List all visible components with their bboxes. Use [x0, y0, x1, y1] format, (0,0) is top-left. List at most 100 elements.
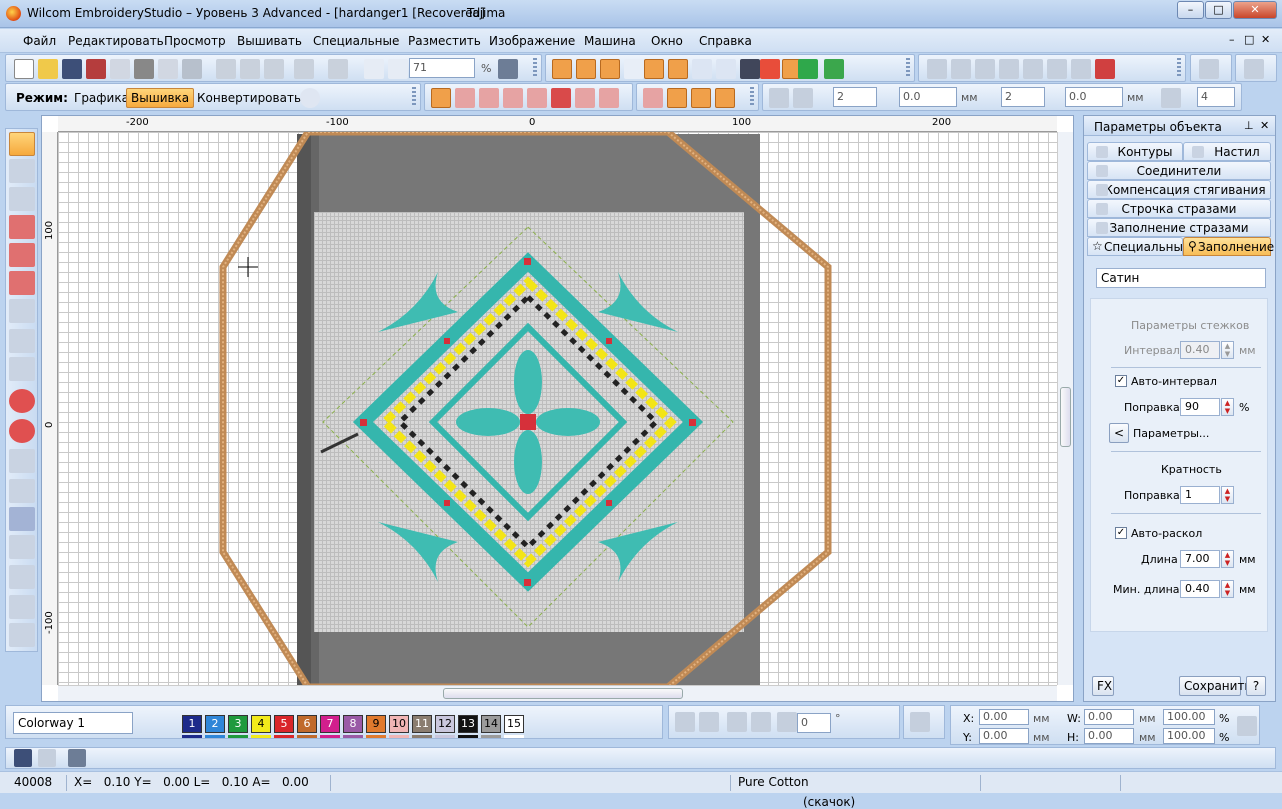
globe-icon[interactable]: [300, 88, 320, 108]
mode-embroidery-button[interactable]: Вышивка: [126, 88, 195, 108]
new-file-icon[interactable]: [14, 59, 34, 79]
tatami-icon[interactable]: [692, 59, 712, 79]
intersect-icon[interactable]: [1071, 59, 1091, 79]
print-setup-icon[interactable]: [158, 59, 178, 79]
radial-icon[interactable]: [1161, 88, 1181, 108]
menu-arrange[interactable]: Разместить: [408, 34, 481, 48]
mode-graphics-button[interactable]: Графика: [69, 88, 134, 108]
width-input[interactable]: 0.00: [1084, 709, 1134, 725]
menu-help[interactable]: Справка: [699, 34, 752, 48]
color-swatch[interactable]: 7: [320, 715, 340, 733]
correction-input[interactable]: 90: [1180, 398, 1220, 416]
reshape-icon[interactable]: [9, 159, 35, 183]
color-swatch[interactable]: 13: [458, 715, 478, 733]
color-swatch[interactable]: 5: [274, 715, 294, 733]
length-input[interactable]: 7.00: [1180, 550, 1220, 568]
menu-stitch[interactable]: Вышивать: [237, 34, 302, 48]
height-input[interactable]: 0.00: [1084, 728, 1134, 744]
horizontal-scroll-thumb[interactable]: [443, 688, 683, 699]
menu-view[interactable]: Просмотр: [164, 34, 226, 48]
embroidery-design[interactable]: [58, 132, 1057, 685]
menu-machine[interactable]: Машина: [584, 34, 636, 48]
polyline-icon[interactable]: [9, 357, 35, 381]
stitch-edit-icon[interactable]: [9, 243, 35, 267]
tab-special[interactable]: ☆ Специальные: [1087, 237, 1190, 256]
height-percent-input[interactable]: 100.00: [1163, 728, 1215, 744]
auto-interval-checkbox[interactable]: ✓: [1115, 375, 1127, 387]
correction-spinner[interactable]: ▲ ▼: [1221, 398, 1234, 416]
color-swatch[interactable]: 8: [343, 715, 363, 733]
group-icon[interactable]: [927, 59, 947, 79]
stitch-type-6-icon[interactable]: [551, 88, 571, 108]
tab-fill[interactable]: ⚲ Заполнение: [1183, 237, 1274, 256]
pen-icon[interactable]: [9, 187, 35, 211]
undo-icon[interactable]: [294, 59, 314, 79]
skew-r-icon[interactable]: [751, 712, 771, 732]
stitch-type-8-icon[interactable]: [599, 88, 619, 108]
measure-icon[interactable]: [1199, 59, 1219, 79]
unlock-icon[interactable]: [999, 59, 1019, 79]
tab-underlay[interactable]: Настил: [1183, 142, 1271, 161]
select-arrow-icon[interactable]: [9, 132, 35, 156]
color-swatch[interactable]: 6: [297, 715, 317, 733]
tab-pull-compensation[interactable]: Компенсация стягивания: [1087, 180, 1271, 199]
params-arrow-button[interactable]: <: [1109, 423, 1129, 443]
min-length-input[interactable]: 0.40: [1180, 580, 1220, 598]
color-blocks-icon[interactable]: [1095, 59, 1115, 79]
interval-input[interactable]: 0.40: [1180, 341, 1220, 359]
menu-special[interactable]: Специальные: [313, 34, 399, 48]
stitch-type-1-icon[interactable]: [431, 88, 451, 108]
show-objects-icon[interactable]: [910, 712, 930, 732]
satin-icon[interactable]: [668, 59, 688, 79]
rotate-icon[interactable]: [777, 712, 797, 732]
zoom-icon[interactable]: [364, 59, 384, 79]
design-tab-icon-3[interactable]: [68, 749, 86, 767]
effect-4-icon[interactable]: [715, 88, 735, 108]
motif-icon[interactable]: [9, 565, 35, 589]
minimize-button[interactable]: –: [1177, 1, 1204, 19]
design-tab-icon-2[interactable]: [38, 749, 56, 767]
print-icon[interactable]: [134, 59, 154, 79]
mult-correction-spinner[interactable]: ▲ ▼: [1221, 486, 1234, 504]
arc-icon[interactable]: [9, 419, 35, 443]
design-canvas[interactable]: -200 -100 0 100 200 100 0 -100: [41, 115, 1074, 702]
stitch-type-7-icon[interactable]: [575, 88, 595, 108]
run-icon[interactable]: [644, 59, 664, 79]
text-icon[interactable]: [9, 449, 35, 473]
mdi-restore-button[interactable]: □: [1244, 33, 1254, 46]
panel-close-icon[interactable]: ✕: [1260, 119, 1269, 132]
weld-icon[interactable]: [1023, 59, 1043, 79]
color-swatch[interactable]: 4: [251, 715, 271, 733]
stitch-player-icon[interactable]: [1244, 59, 1264, 79]
column-icon[interactable]: [624, 59, 644, 79]
tab-connectors[interactable]: Соединители: [1087, 161, 1271, 180]
closed-object-icon[interactable]: [798, 59, 818, 79]
zoom-fit-icon[interactable]: [388, 59, 408, 79]
save-button[interactable]: Сохранить: [1179, 676, 1252, 696]
maximize-button[interactable]: □: [1205, 1, 1232, 19]
color-swatch[interactable]: 14: [481, 715, 501, 733]
toolbar-grip[interactable]: [533, 58, 537, 78]
toolbar-grip[interactable]: [750, 87, 754, 107]
complex-fill-icon[interactable]: [716, 59, 736, 79]
save-icon[interactable]: [62, 59, 82, 79]
color-swatch[interactable]: 15: [504, 715, 524, 733]
paste-icon[interactable]: [264, 59, 284, 79]
copies-input[interactable]: 4: [1197, 87, 1235, 107]
rows-input[interactable]: 2: [833, 87, 877, 107]
input-b-icon[interactable]: [576, 59, 596, 79]
export-icon[interactable]: [86, 59, 106, 79]
vertical-scrollbar[interactable]: [1057, 132, 1073, 685]
input-c-icon[interactable]: [600, 59, 620, 79]
people-icon[interactable]: [9, 479, 35, 503]
x-input[interactable]: 0.00: [979, 709, 1029, 725]
print-preview-icon[interactable]: [110, 59, 130, 79]
help-button[interactable]: ?: [1246, 676, 1266, 696]
menu-window[interactable]: Окно: [651, 34, 683, 48]
colorway-select[interactable]: Colorway 1: [13, 712, 133, 734]
horizontal-scrollbar[interactable]: [58, 685, 1057, 701]
stitch-type-3-icon[interactable]: [479, 88, 499, 108]
stitch-type-4-icon[interactable]: [503, 88, 523, 108]
toolbar-grip[interactable]: [1177, 58, 1181, 78]
design-grid[interactable]: [58, 132, 1057, 685]
